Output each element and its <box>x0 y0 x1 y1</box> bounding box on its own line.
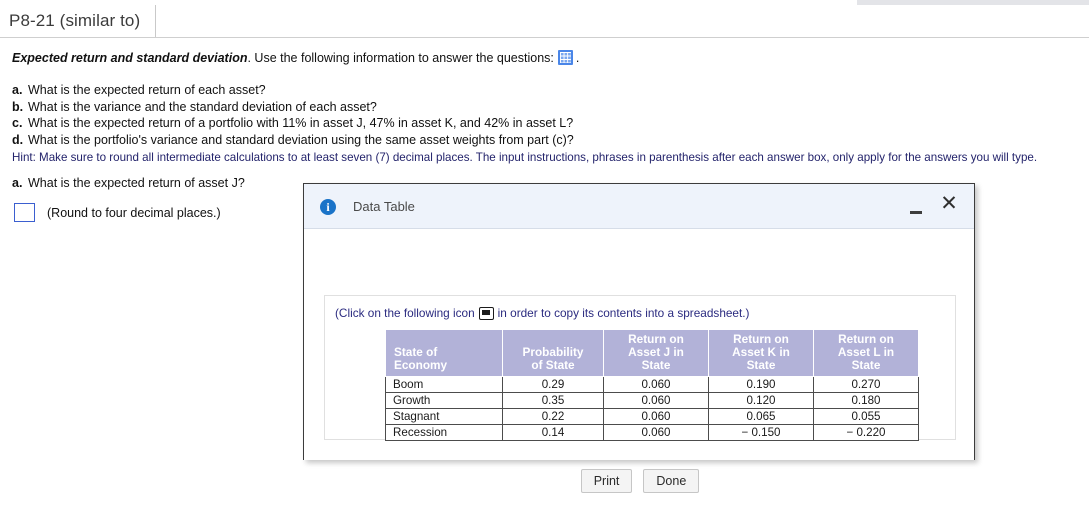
copy-to-spreadsheet-icon[interactable] <box>478 307 494 320</box>
tab-label: P8-21 (similar to) <box>9 11 141 30</box>
tab-problem[interactable]: P8-21 (similar to) <box>0 5 156 37</box>
data-table-dialog: i Data Table ✕ (Click on the following i… <box>303 183 975 493</box>
tab-strip: P8-21 (similar to) <box>0 5 1089 38</box>
cell-state: Stagnant <box>385 408 503 425</box>
cell-asset-l: 0.180 <box>813 392 919 409</box>
column-header-state: State of Economy <box>385 329 503 377</box>
dialog-body: (Click on the following icon in order to … <box>304 229 974 493</box>
question-item: d. What is the portfolio's variance and … <box>12 132 574 149</box>
problem-title-trailing: . <box>575 51 580 65</box>
data-table-card: (Click on the following icon in order to … <box>324 295 956 441</box>
minimize-button[interactable] <box>906 197 928 219</box>
question-list: a. What is the expected return of each a… <box>12 82 574 148</box>
answer-row: (Round to four decimal places.) <box>14 203 221 222</box>
cell-asset-k: − 0.150 <box>708 424 814 441</box>
cell-state: Recession <box>385 424 503 441</box>
close-icon[interactable]: ✕ <box>936 191 962 217</box>
cell-probability: 0.22 <box>502 408 604 425</box>
header-line: State <box>746 358 776 372</box>
cell-asset-l: 0.270 <box>813 376 919 393</box>
app-root: P8-21 (similar to) Expected return and s… <box>0 0 1089 517</box>
question-item: c. What is the expected return of a port… <box>12 115 574 132</box>
column-header-probability: Probability of State <box>502 329 604 377</box>
cell-asset-k: 0.065 <box>708 408 814 425</box>
header-line: of State <box>531 358 575 372</box>
info-icon: i <box>320 199 336 215</box>
cell-asset-k: 0.190 <box>708 376 814 393</box>
cell-asset-j: 0.060 <box>603 424 709 441</box>
header-line: Economy <box>394 358 448 372</box>
sub-question: a. What is the expected return of asset … <box>12 176 245 190</box>
copy-instruction-before: (Click on the following icon <box>335 306 475 320</box>
cell-state: Growth <box>385 392 503 409</box>
dialog-title: Data Table <box>353 199 415 214</box>
dialog-footer: Print Done <box>304 469 976 493</box>
sub-question-text: What is the expected return of asset J? <box>28 176 245 190</box>
question-item: a. What is the expected return of each a… <box>12 82 574 99</box>
column-header-asset-k: Return on Asset K in State <box>708 329 814 377</box>
sub-question-letter: a. <box>12 176 23 190</box>
spreadsheet-grid-icon[interactable] <box>557 50 573 65</box>
question-letter: a. <box>12 83 23 97</box>
problem-title-bold: Expected return and standard deviation <box>12 51 248 65</box>
question-text: What is the expected return of each asse… <box>28 83 266 97</box>
column-header-asset-l: Return on Asset L in State <box>813 329 919 377</box>
column-header-asset-j: Return on Asset J in State <box>603 329 709 377</box>
cell-asset-k: 0.120 <box>708 392 814 409</box>
question-letter: b. <box>12 99 24 114</box>
table-row: Boom 0.29 0.060 0.190 0.270 <box>385 376 919 393</box>
header-line: State <box>851 358 881 372</box>
answer-input[interactable] <box>14 203 35 222</box>
problem-title: Expected return and standard deviation. … <box>12 50 579 65</box>
print-button[interactable]: Print <box>580 469 633 493</box>
table-header-row: State of Economy Probability of State Re… <box>385 329 919 377</box>
hint-text: Hint: Make sure to round all intermediat… <box>12 151 1038 164</box>
cell-state: Boom <box>385 376 503 393</box>
cell-asset-l: 0.055 <box>813 408 919 425</box>
question-letter: d. <box>12 132 24 147</box>
cell-probability: 0.35 <box>502 392 604 409</box>
question-letter: c. <box>12 116 23 130</box>
table-row: Growth 0.35 0.060 0.120 0.180 <box>385 392 919 409</box>
answer-note: (Round to four decimal places.) <box>47 205 221 220</box>
cell-asset-j: 0.060 <box>603 392 709 409</box>
question-text: What is the expected return of a portfol… <box>28 116 574 130</box>
header-line: State <box>641 358 671 372</box>
cell-probability: 0.14 <box>502 424 604 441</box>
cell-asset-j: 0.060 <box>603 408 709 425</box>
question-text: What is the variance and the standard de… <box>28 99 377 114</box>
problem-title-rest: . Use the following information to answe… <box>247 51 554 65</box>
done-button[interactable]: Done <box>643 469 700 493</box>
cell-asset-l: − 0.220 <box>813 424 919 441</box>
cell-probability: 0.29 <box>502 376 604 393</box>
question-item: b. What is the variance and the standard… <box>12 99 574 116</box>
table-row: Recession 0.14 0.060 − 0.150 − 0.220 <box>385 424 919 441</box>
copy-instruction: (Click on the following icon in order to … <box>335 306 749 320</box>
cell-asset-j: 0.060 <box>603 376 709 393</box>
dialog-header: i Data Table ✕ <box>304 184 974 229</box>
question-text: What is the portfolio's variance and sta… <box>28 132 574 147</box>
copy-instruction-after: in order to copy its contents into a spr… <box>497 306 750 320</box>
table-row: Stagnant 0.22 0.060 0.065 0.055 <box>385 408 919 425</box>
data-table: State of Economy Probability of State Re… <box>385 329 919 441</box>
